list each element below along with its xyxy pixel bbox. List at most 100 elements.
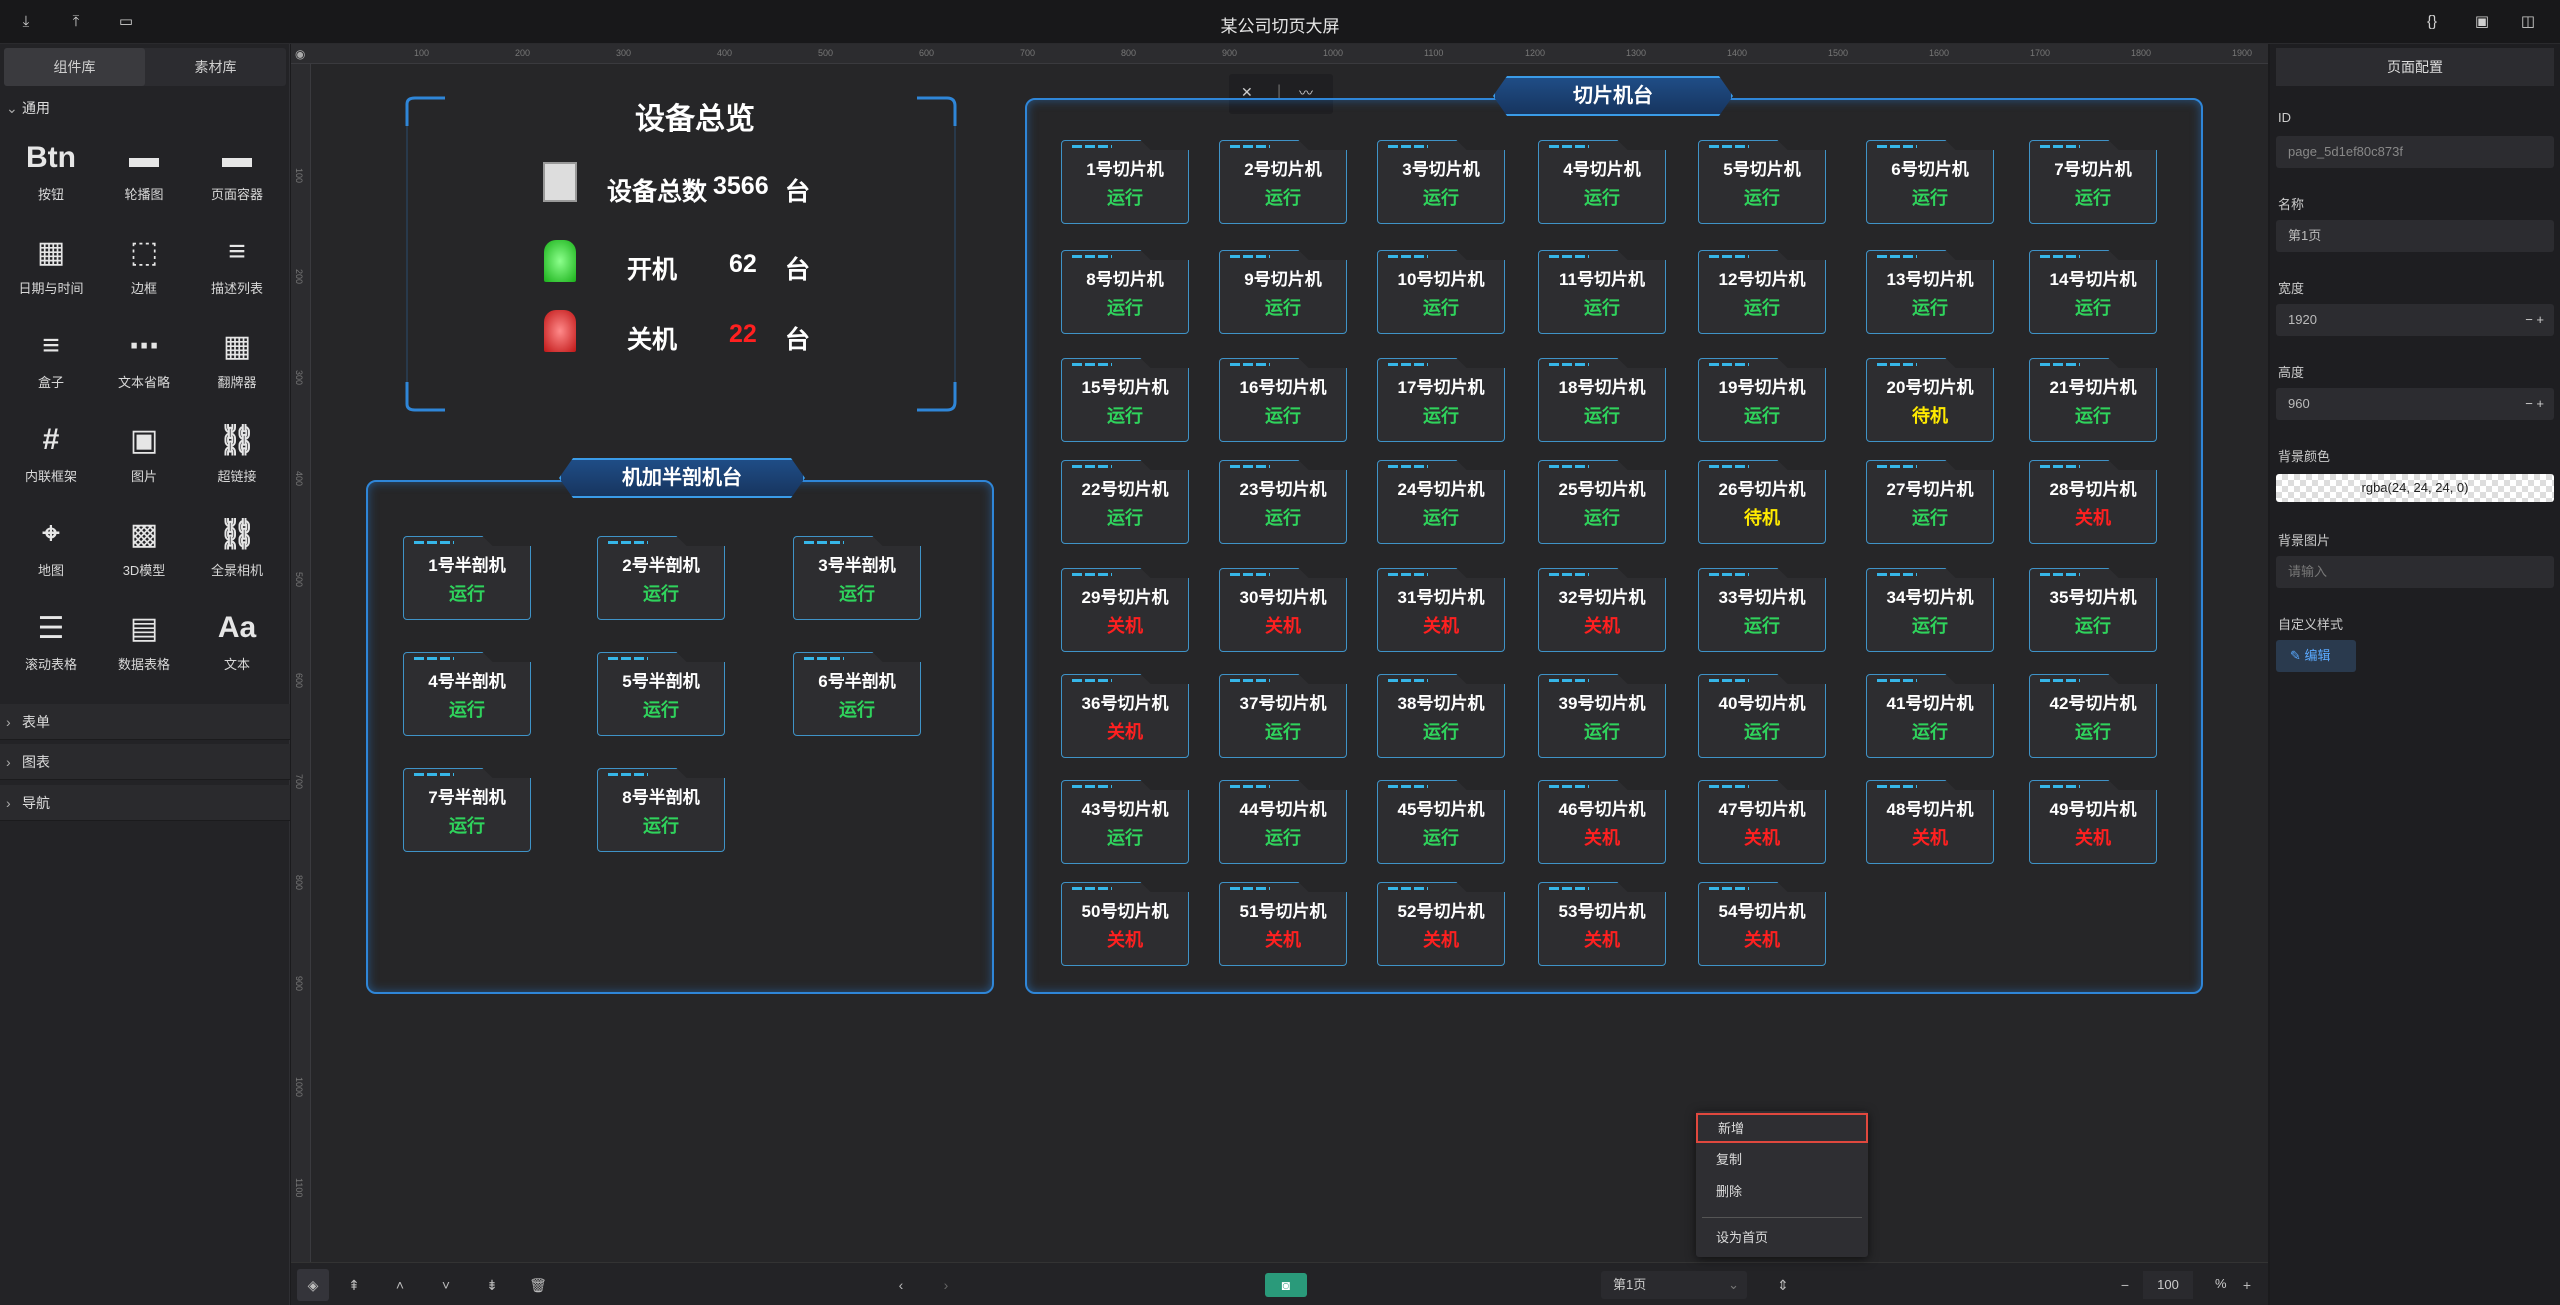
preview-icon[interactable]: ◫: [2516, 10, 2540, 34]
move-bottom-icon[interactable]: ⇟: [480, 1273, 504, 1297]
component-item[interactable]: ▣ 图片: [99, 414, 189, 502]
machine-card[interactable]: 50号切片机 关机: [1061, 882, 1189, 966]
machine-card[interactable]: 8号半剖机 运行: [597, 768, 725, 852]
machine-card[interactable]: 34号切片机 运行: [1866, 568, 1994, 652]
machine-card[interactable]: 3号半剖机 运行: [793, 536, 921, 620]
zoom-out-icon[interactable]: −: [2113, 1273, 2137, 1297]
component-item[interactable]: ▤ 数据表格: [99, 602, 189, 690]
zoom-input[interactable]: 100: [2143, 1271, 2193, 1299]
sort-icon[interactable]: ⇕: [1771, 1273, 1795, 1297]
machine-card[interactable]: 7号半剖机 运行: [403, 768, 531, 852]
machine-card[interactable]: 21号切片机 运行: [2029, 358, 2157, 442]
machine-card[interactable]: 42号切片机 运行: [2029, 674, 2157, 758]
machine-card[interactable]: 16号切片机 运行: [1219, 358, 1347, 442]
name-field[interactable]: 第1页: [2276, 220, 2554, 252]
machine-card[interactable]: 5号半剖机 运行: [597, 652, 725, 736]
menu-item-copy[interactable]: 复制: [1696, 1145, 1868, 1175]
machine-card[interactable]: 47号切片机 关机: [1698, 780, 1826, 864]
page-thumbnail-icon[interactable]: ◙: [1265, 1273, 1307, 1297]
save-icon[interactable]: ▣: [2470, 10, 2494, 34]
machine-card[interactable]: 1号半剖机 运行: [403, 536, 531, 620]
section-nav[interactable]: › 导航: [0, 785, 290, 821]
component-item[interactable]: ▬ 轮播图: [99, 132, 189, 220]
menu-item-add[interactable]: 新增: [1696, 1113, 1868, 1143]
component-item[interactable]: ▬ 页面容器: [192, 132, 282, 220]
page-select[interactable]: 第1页 ⌄: [1601, 1271, 1747, 1299]
move-down-icon[interactable]: ˅: [434, 1273, 458, 1297]
tab-components[interactable]: 组件库: [4, 48, 145, 86]
machine-card[interactable]: 7号切片机 运行: [2029, 140, 2157, 224]
machine-card[interactable]: 40号切片机 运行: [1698, 674, 1826, 758]
eye-icon[interactable]: ◉: [295, 47, 305, 61]
machine-card[interactable]: 52号切片机 关机: [1377, 882, 1505, 966]
machine-card[interactable]: 53号切片机 关机: [1538, 882, 1666, 966]
machine-card[interactable]: 8号切片机 运行: [1061, 250, 1189, 334]
machine-card[interactable]: 2号半剖机 运行: [597, 536, 725, 620]
machine-card[interactable]: 23号切片机 运行: [1219, 460, 1347, 544]
machine-card[interactable]: 30号切片机 关机: [1219, 568, 1347, 652]
machine-card[interactable]: 27号切片机 运行: [1866, 460, 1994, 544]
component-item[interactable]: ⬚ 边框: [99, 226, 189, 314]
machine-card[interactable]: 33号切片机 运行: [1698, 568, 1826, 652]
bg-color-picker[interactable]: rgba(24, 24, 24, 0): [2276, 474, 2554, 502]
component-item[interactable]: ▦ 翻牌器: [192, 320, 282, 408]
component-item[interactable]: ▦ 日期与时间: [6, 226, 96, 314]
machine-card[interactable]: 14号切片机 运行: [2029, 250, 2157, 334]
width-field[interactable]: 1920− +: [2276, 304, 2554, 336]
section-general[interactable]: ⌄ 通用: [0, 90, 290, 126]
menu-item-set-home[interactable]: 设为首页: [1696, 1223, 1868, 1253]
machine-card[interactable]: 17号切片机 运行: [1377, 358, 1505, 442]
machine-card[interactable]: 28号切片机 关机: [2029, 460, 2157, 544]
machine-card[interactable]: 35号切片机 运行: [2029, 568, 2157, 652]
machine-card[interactable]: 1号切片机 运行: [1061, 140, 1189, 224]
machine-card[interactable]: 44号切片机 运行: [1219, 780, 1347, 864]
editor-canvas[interactable]: 100 200 300 400 500 600 700 800 900 1000 1100 1200 1…: [291, 44, 2268, 1262]
machine-card[interactable]: 2号切片机 运行: [1219, 140, 1347, 224]
component-item[interactable]: ⛓ 全景相机: [192, 508, 282, 596]
tab-materials[interactable]: 素材库: [145, 48, 286, 86]
delete-icon[interactable]: 🗑: [526, 1273, 550, 1297]
machine-card[interactable]: 29号切片机 关机: [1061, 568, 1189, 652]
component-item[interactable]: ⌖ 地图: [6, 508, 96, 596]
menu-item-delete[interactable]: 删除: [1696, 1177, 1868, 1207]
bg-image-input[interactable]: 请输入: [2276, 556, 2554, 588]
component-item[interactable]: ☰ 滚动表格: [6, 602, 96, 690]
height-field[interactable]: 960− +: [2276, 388, 2554, 420]
machine-card[interactable]: 36号切片机 关机: [1061, 674, 1189, 758]
machine-card[interactable]: 46号切片机 关机: [1538, 780, 1666, 864]
machine-card[interactable]: 4号切片机 运行: [1538, 140, 1666, 224]
prev-page-icon[interactable]: ‹: [889, 1273, 913, 1297]
component-item[interactable]: ≡ 描述列表: [192, 226, 282, 314]
move-top-icon[interactable]: ⇞: [342, 1273, 366, 1297]
machine-card[interactable]: 26号切片机 待机: [1698, 460, 1826, 544]
machine-card[interactable]: 24号切片机 运行: [1377, 460, 1505, 544]
machine-card[interactable]: 15号切片机 运行: [1061, 358, 1189, 442]
machine-card[interactable]: 37号切片机 运行: [1219, 674, 1347, 758]
machine-card[interactable]: 51号切片机 关机: [1219, 882, 1347, 966]
machine-card[interactable]: 6号切片机 运行: [1866, 140, 1994, 224]
component-item[interactable]: ⋯ 文本省略: [99, 320, 189, 408]
edit-style-button[interactable]: ✎ 编辑: [2276, 640, 2356, 672]
machine-card[interactable]: 6号半剖机 运行: [793, 652, 921, 736]
component-item[interactable]: ▩ 3D模型: [99, 508, 189, 596]
machine-card[interactable]: 38号切片机 运行: [1377, 674, 1505, 758]
height-stepper[interactable]: − +: [2525, 388, 2544, 420]
machine-card[interactable]: 32号切片机 关机: [1538, 568, 1666, 652]
machine-card[interactable]: 39号切片机 运行: [1538, 674, 1666, 758]
machine-card[interactable]: 25号切片机 运行: [1538, 460, 1666, 544]
component-item[interactable]: Aa 文本: [192, 602, 282, 690]
machine-card[interactable]: 22号切片机 运行: [1061, 460, 1189, 544]
width-stepper[interactable]: − +: [2525, 304, 2544, 336]
component-item[interactable]: Btn 按钮: [6, 132, 96, 220]
machine-card[interactable]: 43号切片机 运行: [1061, 780, 1189, 864]
machine-card[interactable]: 20号切片机 待机: [1866, 358, 1994, 442]
component-item[interactable]: # 内联框架: [6, 414, 96, 502]
machine-card[interactable]: 9号切片机 运行: [1219, 250, 1347, 334]
machine-card[interactable]: 49号切片机 关机: [2029, 780, 2157, 864]
component-item[interactable]: ≡ 盒子: [6, 320, 96, 408]
machine-card[interactable]: 4号半剖机 运行: [403, 652, 531, 736]
component-item[interactable]: ⛓ 超链接: [192, 414, 282, 502]
section-chart[interactable]: › 图表: [0, 744, 290, 780]
machine-card[interactable]: 45号切片机 运行: [1377, 780, 1505, 864]
move-up-icon[interactable]: ˄: [388, 1273, 412, 1297]
